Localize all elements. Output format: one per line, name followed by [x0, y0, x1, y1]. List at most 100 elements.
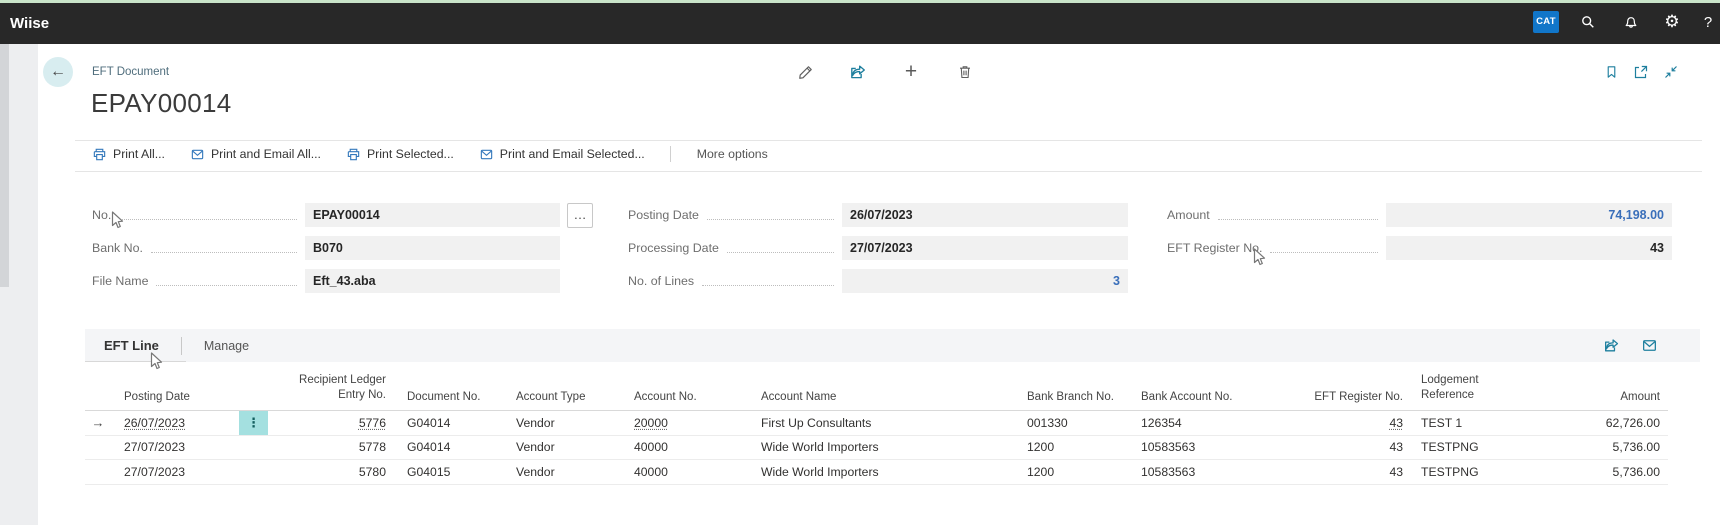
eft-register-no-label: EFT Register No.: [1167, 241, 1262, 255]
table-row[interactable]: → 26/07/2023 ⋮ 5776 G04014 Vendor 20000 …: [85, 411, 1668, 436]
left-scrollbar[interactable]: [0, 44, 9, 287]
add-plus-icon[interactable]: +: [897, 58, 925, 86]
tab-eft-line[interactable]: EFT Line: [104, 338, 159, 353]
page-type-label: EFT Document: [92, 66, 169, 78]
cell-lodgement-reference[interactable]: TEST 1: [1410, 416, 1560, 430]
cell-bank-branch-no[interactable]: 1200: [1015, 465, 1130, 479]
print-all-button[interactable]: Print All...: [92, 147, 165, 162]
col-posting-date[interactable]: Posting Date: [111, 391, 235, 410]
cell-account-name[interactable]: Wide World Importers: [745, 440, 1015, 454]
cell-bank-account-no[interactable]: 10583563: [1130, 440, 1290, 454]
col-document-no[interactable]: Document No.: [392, 391, 505, 410]
email-lines-icon[interactable]: [1639, 335, 1659, 355]
print-and-email-selected-button[interactable]: Print and Email Selected...: [479, 147, 645, 162]
cell-amount[interactable]: 62,726.00: [1560, 416, 1668, 430]
no-label: No.: [92, 208, 111, 222]
amount-label: Amount: [1167, 208, 1210, 222]
share-icon[interactable]: [844, 58, 872, 86]
app-top-bar: [0, 3, 1720, 44]
eft-register-no-field[interactable]: 43: [1386, 236, 1672, 260]
amount-field[interactable]: 74,198.00: [1386, 203, 1672, 227]
grid-header-row: Posting Date Recipient Ledger Entry No. …: [85, 362, 1668, 411]
more-options-button[interactable]: More options: [697, 147, 768, 161]
back-arrow-icon: ←: [50, 63, 66, 81]
cell-account-type[interactable]: Vendor: [505, 416, 620, 430]
no-of-lines-label: No. of Lines: [628, 274, 694, 288]
col-lodgement-reference[interactable]: Lodgement Reference: [1410, 373, 1560, 410]
table-row[interactable]: 27/07/2023 5778 G04014 Vendor 40000 Wide…: [85, 436, 1668, 461]
print-and-email-all-button[interactable]: Print and Email All...: [190, 147, 321, 162]
row-context-menu-icon[interactable]: ⋮: [239, 411, 268, 435]
settings-gear-icon[interactable]: ⚙: [1660, 10, 1684, 34]
col-account-no[interactable]: Account No.: [620, 391, 745, 410]
open-in-new-window-icon[interactable]: [1629, 60, 1653, 84]
col-recipient-ledger-entry-no[interactable]: Recipient Ledger Entry No.: [272, 373, 392, 410]
field-eft-register-no: EFT Register No. 43: [1167, 236, 1672, 260]
posting-date-field[interactable]: 26/07/2023: [842, 203, 1128, 227]
col-eft-register-no[interactable]: EFT Register No.: [1290, 391, 1410, 410]
collapse-page-icon[interactable]: [1659, 60, 1683, 84]
cell-amount[interactable]: 5,736.00: [1560, 440, 1668, 454]
col-account-name[interactable]: Account Name: [745, 391, 1015, 410]
cell-account-no[interactable]: 20000: [620, 416, 745, 430]
cell-posting-date[interactable]: 26/07/2023: [111, 416, 235, 430]
cell-account-type[interactable]: Vendor: [505, 465, 620, 479]
toolbar-separator: [670, 146, 671, 162]
cell-bank-account-no[interactable]: 126354: [1130, 416, 1290, 430]
cell-lodgement-reference[interactable]: TESTPNG: [1410, 440, 1560, 454]
cell-lodgement-reference[interactable]: TESTPNG: [1410, 465, 1560, 479]
bank-no-field[interactable]: B070: [305, 236, 560, 260]
dotted-leader: [1270, 252, 1378, 253]
bookmark-icon[interactable]: [1599, 60, 1623, 84]
cell-account-no[interactable]: 40000: [620, 440, 745, 454]
app-logo[interactable]: Wiise: [10, 3, 49, 44]
notifications-bell-icon[interactable]: [1619, 10, 1643, 34]
col-account-type[interactable]: Account Type: [505, 391, 620, 410]
cell-bank-branch-no[interactable]: 001330: [1015, 416, 1130, 430]
delete-trash-icon[interactable]: [951, 58, 979, 86]
email-icon: [190, 147, 205, 162]
col-bank-branch-no[interactable]: Bank Branch No.: [1015, 391, 1130, 410]
no-field[interactable]: EPAY00014: [305, 203, 560, 227]
cell-eft-register-no[interactable]: 43: [1290, 416, 1410, 430]
cell-document-no[interactable]: G04014: [392, 440, 505, 454]
bank-no-label: Bank No.: [92, 241, 143, 255]
cell-account-no[interactable]: 40000: [620, 465, 745, 479]
cell-document-no[interactable]: G04014: [392, 416, 505, 430]
cell-amount[interactable]: 5,736.00: [1560, 465, 1668, 479]
col-bank-account-no[interactable]: Bank Account No.: [1130, 391, 1290, 410]
col-amount[interactable]: Amount: [1560, 391, 1668, 410]
dotted-leader: [727, 252, 834, 253]
manage-menu-button[interactable]: Manage: [204, 339, 249, 353]
no-of-lines-field[interactable]: 3: [842, 269, 1128, 293]
cell-account-name[interactable]: First Up Consultants: [745, 416, 1015, 430]
field-posting-date: Posting Date 26/07/2023: [628, 203, 1128, 227]
cell-bank-branch-no[interactable]: 1200: [1015, 440, 1130, 454]
share-lines-icon[interactable]: [1601, 335, 1621, 355]
cell-account-name[interactable]: Wide World Importers: [745, 465, 1015, 479]
cell-bank-account-no[interactable]: 10583563: [1130, 465, 1290, 479]
field-bank-no: Bank No. B070: [92, 236, 560, 260]
help-icon[interactable]: ?: [1696, 10, 1720, 34]
cell-document-no[interactable]: G04015: [392, 465, 505, 479]
cell-recipient-ledger-entry-no[interactable]: 5776: [272, 416, 392, 430]
eft-line-part-header: EFT Line Manage: [85, 329, 1700, 362]
assist-edit-button[interactable]: …: [567, 203, 593, 228]
fields-column-2: Posting Date 26/07/2023 Processing Date …: [628, 203, 1128, 302]
processing-date-field[interactable]: 27/07/2023: [842, 236, 1128, 260]
cell-posting-date[interactable]: 27/07/2023: [111, 465, 235, 479]
file-name-field[interactable]: Eft_43.aba: [305, 269, 560, 293]
cell-recipient-ledger-entry-no[interactable]: 5780: [272, 465, 392, 479]
search-icon[interactable]: [1576, 10, 1600, 34]
print-selected-button[interactable]: Print Selected...: [346, 147, 454, 162]
company-badge[interactable]: CAT: [1533, 11, 1559, 33]
cell-eft-register-no[interactable]: 43: [1290, 465, 1410, 479]
cell-posting-date[interactable]: 27/07/2023: [111, 440, 235, 454]
dotted-leader: [151, 252, 297, 253]
table-row[interactable]: 27/07/2023 5780 G04015 Vendor 40000 Wide…: [85, 460, 1668, 485]
edit-pencil-icon[interactable]: [791, 58, 819, 86]
cell-account-type[interactable]: Vendor: [505, 440, 620, 454]
cell-eft-register-no[interactable]: 43: [1290, 440, 1410, 454]
back-button[interactable]: ←: [43, 57, 73, 87]
cell-recipient-ledger-entry-no[interactable]: 5778: [272, 440, 392, 454]
